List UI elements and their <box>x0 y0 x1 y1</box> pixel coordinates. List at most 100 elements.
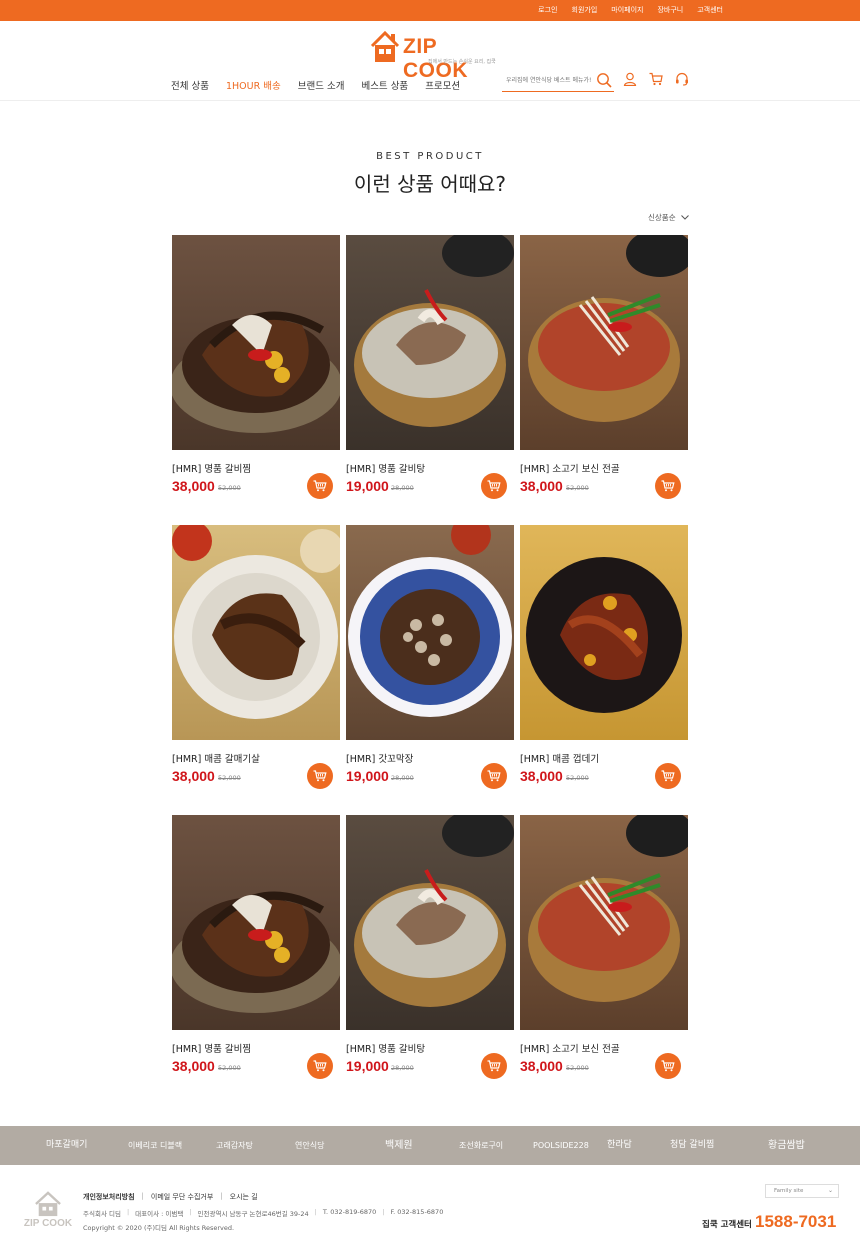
headset-icon[interactable] <box>675 72 689 86</box>
brand-strip: 마포갈매기 이베리코 디블랙 고래감자탕 연안식당 백제원 조선화로구이 POO… <box>0 1126 860 1165</box>
product-name[interactable]: [HMR] 명품 갈비탕 <box>346 1041 425 1055</box>
product-image[interactable] <box>172 235 340 450</box>
search-input[interactable] <box>506 73 592 87</box>
product-card[interactable]: [HMR] 갓꼬막장 19,000 28,000 <box>346 525 514 795</box>
product-thumbnail[interactable] <box>520 815 688 1030</box>
copyright: Copyright © 2020 (주)디딤 All Rights Reserv… <box>83 1224 235 1232</box>
sale-price: 38,000 <box>520 478 563 494</box>
product-name[interactable]: [HMR] 소고기 보신 전골 <box>520 461 620 475</box>
brand-logo[interactable]: 한라담 <box>607 1126 632 1165</box>
logo-tagline: 집에서 만드는 손쉬운 요리, 집쿡 <box>428 59 496 65</box>
product-name[interactable]: [HMR] 명품 갈비찜 <box>172 461 251 475</box>
chevron-down-icon <box>680 215 689 220</box>
product-thumbnail[interactable] <box>520 235 688 450</box>
product-image[interactable] <box>520 525 688 740</box>
brand-logo[interactable]: 연안식당 <box>295 1126 324 1165</box>
product-image[interactable] <box>520 235 688 450</box>
product-card[interactable]: [HMR] 소고기 보신 전골 38,000 52,000 <box>520 815 688 1085</box>
brand-logo[interactable]: 이베리코 디블랙 <box>128 1126 182 1165</box>
section-subtitle: BEST PRODUCT <box>376 151 484 162</box>
original-price: 28,000 <box>391 484 414 492</box>
add-to-cart-button[interactable] <box>481 473 507 499</box>
add-to-cart-button[interactable] <box>655 763 681 789</box>
email-refusal-link[interactable]: 이메일 무단 수집거부 <box>151 1192 213 1202</box>
family-site-select[interactable]: Family site ⌄ <box>765 1184 839 1198</box>
sale-price: 38,000 <box>520 1058 563 1074</box>
product-thumbnail[interactable] <box>346 235 514 450</box>
cart-link[interactable]: 장바구니 <box>650 0 690 21</box>
nav-all-products[interactable]: 전체 상품 <box>171 78 209 92</box>
mypage-link[interactable]: 마이페이지 <box>604 0 650 21</box>
cart-icon <box>313 1060 327 1072</box>
add-to-cart-button[interactable] <box>481 1053 507 1079</box>
brand-logo[interactable]: 마포갈매기 <box>46 1126 87 1165</box>
directions-link[interactable]: 오시는 길 <box>230 1192 258 1202</box>
product-name[interactable]: [HMR] 명품 갈비탕 <box>346 461 425 475</box>
customer-center-number: 1588-7031 <box>755 1212 837 1231</box>
signup-link[interactable]: 회원가입 <box>565 0 605 21</box>
site-logo[interactable]: ZIP COOK 집에서 만드는 손쉬운 요리, 집쿡 <box>370 30 496 82</box>
brand-logo[interactable]: 황금쌈밥 <box>768 1126 805 1165</box>
product-thumbnail[interactable] <box>346 815 514 1030</box>
customer-center-link[interactable]: 고객센터 <box>690 0 730 21</box>
product-thumbnail[interactable] <box>346 525 514 740</box>
section-title: 이런 상품 어때요? <box>353 172 507 196</box>
add-to-cart-button[interactable] <box>307 473 333 499</box>
product-card[interactable]: [HMR] 명품 갈비찜 38,000 52,000 <box>172 815 340 1085</box>
cart-icon <box>487 1060 501 1072</box>
search-icon[interactable] <box>596 72 612 88</box>
product-name[interactable]: [HMR] 소고기 보신 전골 <box>520 1041 620 1055</box>
add-to-cart-button[interactable] <box>307 1053 333 1079</box>
product-name[interactable]: [HMR] 매콤 껍데기 <box>520 751 599 765</box>
product-image[interactable] <box>346 815 514 1030</box>
sort-dropdown[interactable]: 신상품순 <box>648 212 689 223</box>
login-link[interactable]: 로그인 <box>531 0 564 21</box>
product-name[interactable]: [HMR] 매콤 갈매기살 <box>172 751 260 765</box>
product-card[interactable]: [HMR] 명품 갈비탕 19,000 28,000 <box>346 235 514 505</box>
nav-1hour-delivery[interactable]: 1HOUR 배송 <box>226 78 281 92</box>
chevron-down-icon: ⌄ <box>827 1187 833 1194</box>
privacy-policy-link[interactable]: 개인정보처리방침 <box>83 1192 135 1202</box>
add-to-cart-button[interactable] <box>481 763 507 789</box>
product-card[interactable]: [HMR] 명품 갈비탕 19,000 28,000 <box>346 815 514 1085</box>
add-to-cart-button[interactable] <box>307 763 333 789</box>
add-to-cart-button[interactable] <box>655 473 681 499</box>
footer-house-logo-icon <box>35 1191 61 1217</box>
footer-links: 개인정보처리방침 | 이메일 무단 수집거부 | 오시는 길 <box>83 1192 258 1202</box>
product-card[interactable]: [HMR] 소고기 보신 전골 38,000 52,000 <box>520 235 688 505</box>
product-image[interactable] <box>172 815 340 1030</box>
product-image[interactable] <box>346 235 514 450</box>
product-name[interactable]: [HMR] 갓꼬막장 <box>346 751 413 765</box>
nav-promotion[interactable]: 프로모션 <box>425 78 460 92</box>
product-thumbnail[interactable] <box>172 525 340 740</box>
top-utility-bar: 로그인 회원가입 마이페이지 장바구니 고객센터 <box>0 0 860 21</box>
cart-icon <box>313 770 327 782</box>
product-image[interactable] <box>346 525 514 740</box>
product-card[interactable]: [HMR] 명품 갈비찜 38,000 52,000 <box>172 235 340 505</box>
house-logo-icon <box>370 30 400 62</box>
nav-best-products[interactable]: 베스트 상품 <box>361 78 408 92</box>
user-icon[interactable] <box>623 72 637 86</box>
header-divider <box>0 100 860 101</box>
brand-logo[interactable]: 백제원 <box>385 1126 413 1165</box>
brand-logo[interactable]: 조선화로구이 <box>459 1126 503 1165</box>
footer-logo-text: ZIP COOK <box>23 1218 73 1229</box>
product-thumbnail[interactable] <box>172 235 340 450</box>
brand-logo[interactable]: 청담 갈비찜 <box>670 1126 714 1165</box>
brand-logo[interactable]: POOLSIDE228 <box>533 1126 589 1165</box>
product-image[interactable] <box>520 815 688 1030</box>
product-name[interactable]: [HMR] 명품 갈비찜 <box>172 1041 251 1055</box>
product-card[interactable]: [HMR] 매콤 껍데기 38,000 52,000 <box>520 525 688 795</box>
divider: | <box>189 1208 192 1216</box>
product-thumbnail[interactable] <box>172 815 340 1030</box>
add-to-cart-button[interactable] <box>655 1053 681 1079</box>
original-price: 52,000 <box>218 774 241 782</box>
cart-icon[interactable] <box>649 72 663 86</box>
company-phone: T. 032-819-6870 <box>322 1208 377 1216</box>
brand-logo[interactable]: 고래감자탕 <box>216 1126 253 1165</box>
cart-icon <box>661 1060 675 1072</box>
product-thumbnail[interactable] <box>520 525 688 740</box>
nav-brand-intro[interactable]: 브랜드 소개 <box>298 78 345 92</box>
product-image[interactable] <box>172 525 340 740</box>
product-card[interactable]: [HMR] 매콤 갈매기살 38,000 52,000 <box>172 525 340 795</box>
